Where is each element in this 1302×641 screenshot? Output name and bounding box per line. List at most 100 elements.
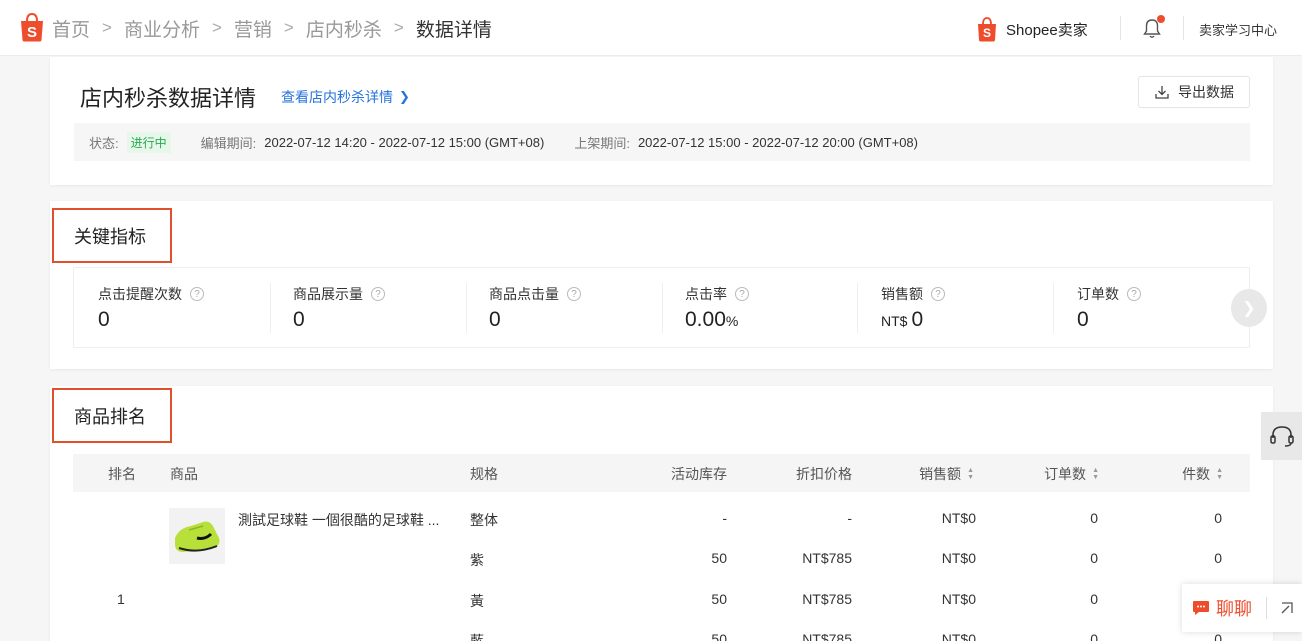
live-period-label: 上架期间: [574, 135, 630, 151]
help-icon[interactable]: ? [735, 287, 749, 301]
seller-learning-center-link[interactable]: 卖家学习中心 [1199, 20, 1277, 39]
svg-text:S: S [27, 24, 37, 41]
help-icon[interactable]: ? [567, 287, 581, 301]
status-badge: 进行中 [126, 131, 171, 153]
qty-cell: 0 [1214, 631, 1222, 641]
table-body: 1 測試足球鞋 一個很酷的足球鞋 ... 整体 - - NT$0 0 0 紫 5… [73, 492, 1250, 641]
metric-unit: % [725, 313, 739, 329]
column-qty-label: 件数 [1182, 466, 1211, 482]
breadcrumb-data-details: 数据详情 [415, 19, 492, 41]
chevron-right-icon: > [102, 18, 112, 37]
table-header: 排名 商品 规格 活动库存 折扣价格 销售额 ▲ ▼ 订单数 ▲ ▼ 件数 ▲ ▼ [73, 454, 1250, 492]
price-cell: NT$785 [802, 591, 852, 607]
help-icon[interactable]: ? [1127, 287, 1141, 301]
product-ranking-title: 商品排名 [52, 388, 172, 443]
metrics-next-button[interactable]: ❯ [1231, 289, 1267, 327]
chat-widget[interactable]: 聊聊 [1182, 584, 1302, 632]
divider [1053, 283, 1054, 333]
breadcrumb-shop-flash-sale[interactable]: 店内秒杀 [306, 15, 382, 42]
chevron-right-icon: ❯ [1242, 300, 1256, 317]
price-cell: NT$785 [802, 550, 852, 566]
product-thumbnail[interactable] [169, 508, 225, 564]
metric-label: 商品展示量 [293, 286, 363, 302]
view-flash-sale-details-link[interactable]: 查看店内秒杀详情 ❯ [281, 87, 410, 107]
metric-label: 商品点击量 [489, 286, 559, 302]
metric-value: 0 [293, 308, 305, 331]
shopee-bag-icon: S [978, 17, 996, 42]
column-stock: 活动库存 [671, 466, 727, 482]
shopee-seller-brand[interactable]: S Shopee卖家 [976, 16, 1088, 42]
price-cell: NT$785 [802, 631, 852, 641]
view-link-label: 查看店内秒杀详情 [281, 89, 393, 105]
qty-cell: 0 [1214, 550, 1222, 566]
notification-dot [1157, 15, 1165, 23]
download-icon [1155, 86, 1169, 99]
orders-cell: 0 [1090, 550, 1098, 566]
sort-icon[interactable]: ▲ ▼ [967, 467, 974, 481]
orders-cell: 0 [1090, 510, 1098, 526]
column-orders-sortable[interactable]: 订单数 ▲ ▼ [1044, 464, 1099, 484]
edit-period-label: 编辑期间: [200, 135, 257, 151]
breadcrumb-home[interactable]: 首页 [52, 15, 90, 42]
key-metrics-title: 关键指标 [52, 208, 172, 263]
customer-support-button[interactable] [1261, 412, 1302, 460]
orders-cell: 0 [1090, 591, 1098, 607]
help-icon[interactable]: ? [190, 287, 204, 301]
column-rank: 排名 [108, 466, 136, 482]
chevron-right-icon: ❯ [399, 89, 410, 104]
chevron-right-icon: > [393, 18, 404, 37]
column-spec: 规格 [470, 466, 498, 482]
chat-label: 聊聊 [1216, 599, 1252, 619]
help-icon[interactable]: ? [371, 287, 385, 301]
metric-value: 0 [489, 308, 501, 331]
divider [857, 283, 858, 333]
product-name-link[interactable]: 測試足球鞋 一個很酷的足球鞋 ... [238, 510, 439, 530]
stock-cell: - [722, 510, 727, 526]
help-icon[interactable]: ? [931, 287, 945, 301]
metric-value: 0.00 [685, 308, 726, 331]
summary-card: 店内秒杀数据详情 查看店内秒杀详情 ❯ 导出数据 状态: 进行中 编辑期间: 2… [50, 57, 1273, 185]
shopee-logo-icon[interactable]: S [18, 12, 46, 42]
export-data-button[interactable]: 导出数据 [1138, 76, 1250, 108]
metric-label: 点击提醒次数 [98, 286, 182, 302]
column-sales-sortable[interactable]: 销售额 ▲ ▼ [919, 464, 974, 484]
breadcrumb-marketing[interactable]: 营销 [234, 15, 272, 42]
export-data-label: 导出数据 [1178, 84, 1234, 100]
sales-cell: NT$0 [941, 510, 976, 526]
status-bar: 状态: 进行中 编辑期间: 2022-07-12 14:20 - 2022-07… [74, 123, 1250, 161]
divider [270, 283, 271, 333]
sales-cell: NT$0 [941, 631, 976, 641]
brand-text: Shopee卖家 [1006, 21, 1088, 39]
rank-value: 1 [117, 591, 125, 607]
metric-value: 0 [98, 308, 110, 331]
chevron-right-icon: > [283, 18, 294, 37]
column-orders-label: 订单数 [1044, 466, 1087, 482]
column-sales-label: 销售额 [919, 466, 962, 482]
sort-icon[interactable]: ▲ ▼ [1216, 467, 1223, 481]
stock-cell: 50 [711, 550, 727, 566]
edit-period-value: 2022-07-12 14:20 - 2022-07-12 15:00 (GMT… [264, 134, 545, 150]
metrics-panel: 点击提醒次数? 0 商品展示量? 0 商品点击量? 0 点击率? 0.00% 销… [73, 267, 1267, 348]
divider [1120, 16, 1121, 40]
stock-cell: 50 [711, 591, 727, 607]
divider [1183, 16, 1184, 40]
divider [662, 283, 663, 333]
metric-label: 销售额 [881, 286, 923, 302]
expand-icon[interactable] [1279, 600, 1295, 616]
column-qty-sortable[interactable]: 件数 ▲ ▼ [1182, 464, 1223, 484]
sales-cell: NT$0 [941, 591, 976, 607]
live-period-value: 2022-07-12 15:00 - 2022-07-12 20:00 (GMT… [637, 134, 918, 150]
page-title: 店内秒杀数据详情 [80, 86, 257, 111]
column-product: 商品 [170, 466, 198, 482]
breadcrumb-business-insights[interactable]: 商业分析 [124, 15, 200, 42]
spec-cell: 藍 [470, 633, 484, 641]
price-cell: - [847, 510, 852, 526]
breadcrumb: 首页 > 商业分析 > 营销 > 店内秒杀 > 数据详情 [52, 14, 492, 42]
status-label: 状态: [89, 135, 119, 151]
sort-icon[interactable]: ▲ ▼ [1092, 467, 1099, 481]
soccer-shoe-image [169, 508, 225, 564]
divider [1266, 597, 1267, 619]
svg-text:S: S [983, 26, 991, 40]
qty-cell: 0 [1214, 510, 1222, 526]
spec-cell: 整体 [470, 512, 498, 528]
